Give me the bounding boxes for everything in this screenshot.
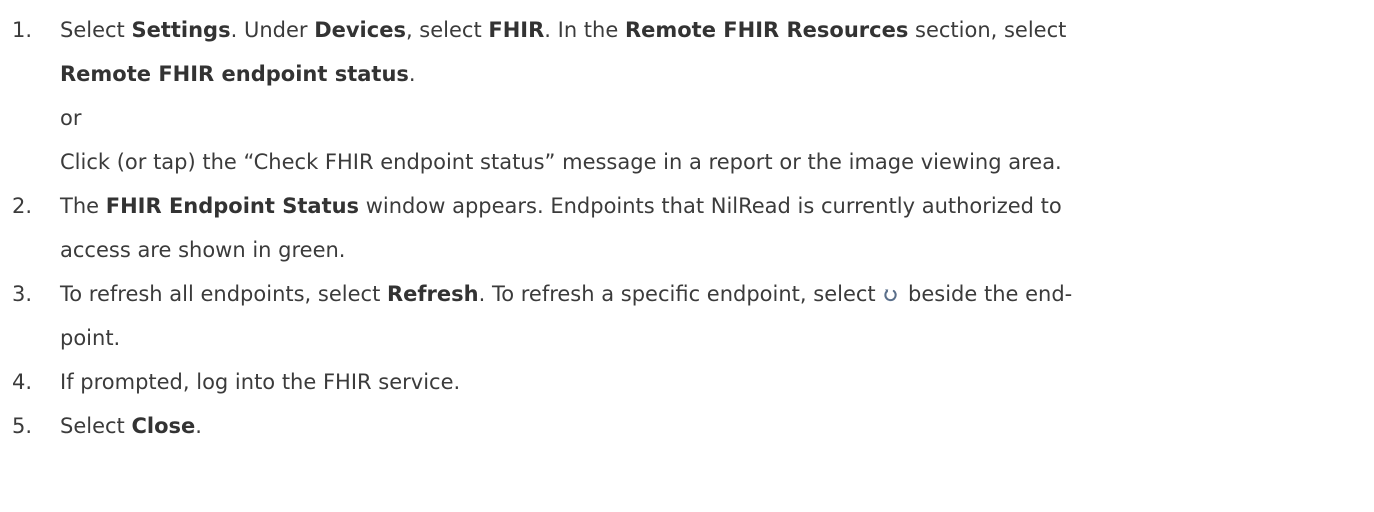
- step-1-line-3: Click (or tap) the “Check FHIR endpoint …: [60, 150, 1062, 174]
- settings-term: Settings: [131, 18, 231, 42]
- step-4-line-1: If prompted, log into the FHIR service.: [60, 370, 461, 394]
- step-number: 4.: [12, 370, 33, 394]
- step-1-line-2: Remote FHIR endpoint status.: [60, 62, 416, 86]
- fhir-endpoint-status-term: FHIR Endpoint Status: [105, 194, 360, 218]
- instruction-list: 1. Select Settings. Under Devices, selec…: [0, 8, 1374, 448]
- refresh-icon: [883, 288, 898, 303]
- step-2-line-2: access are shown in green.: [60, 238, 346, 262]
- devices-term: Devices: [314, 18, 406, 42]
- step-number: 2.: [12, 194, 33, 218]
- step-number: 1.: [12, 18, 33, 42]
- step-3: 3. To refresh all endpoints, select Refr…: [0, 272, 1374, 360]
- step-3-line-2: point.: [60, 326, 121, 350]
- fhir-term: FHIR: [488, 18, 545, 42]
- step-number: 5.: [12, 414, 33, 438]
- remote-fhir-resources-term: Remote FHIR Resources: [624, 18, 909, 42]
- step-5: 5. Select Close.: [0, 404, 1374, 448]
- step-1-or: or: [60, 106, 82, 130]
- step-2-line-1: The FHIR Endpoint Status window appears.…: [60, 194, 1062, 218]
- close-term: Close: [131, 414, 196, 438]
- step-5-line-1: Select Close.: [60, 414, 202, 438]
- step-number: 3.: [12, 282, 33, 306]
- step-2: 2. The FHIR Endpoint Status window appea…: [0, 184, 1374, 272]
- step-4: 4. If prompted, log into the FHIR servic…: [0, 360, 1374, 404]
- step-1-line-1: Select Settings. Under Devices, select F…: [60, 18, 1067, 42]
- remote-fhir-endpoint-status-term: Remote FHIR endpoint status: [60, 62, 409, 86]
- step-3-line-1: To refresh all endpoints, select Refresh…: [60, 282, 1073, 306]
- refresh-term: Refresh: [386, 282, 479, 306]
- step-1: 1. Select Settings. Under Devices, selec…: [0, 8, 1374, 184]
